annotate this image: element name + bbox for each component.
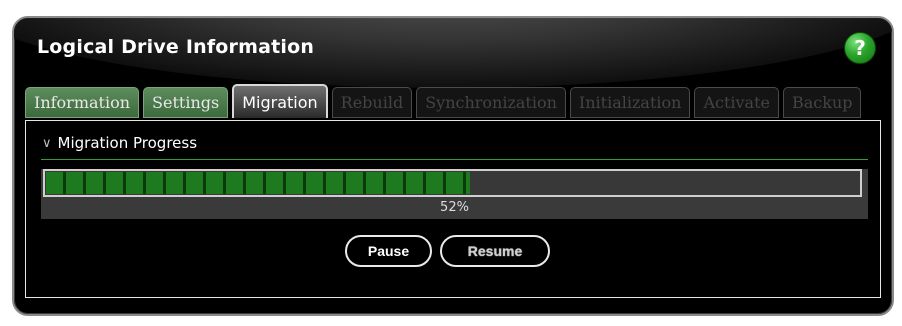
migration-progress-header[interactable]: ∨ Migration Progress [42,134,197,152]
tab-bar: Information Settings Migration Rebuild S… [25,84,862,120]
progress-fill [46,172,470,194]
tab-information[interactable]: Information [25,87,140,118]
progress-bar [43,169,862,197]
migration-content: ∨ Migration Progress 52% Pause Resume [25,120,881,298]
tab-migration[interactable]: Migration [232,84,328,118]
chevron-double-down-icon[interactable]: ∨ [42,137,52,150]
progress-percent: 52% [440,200,469,215]
resume-button[interactable]: Resume [440,235,550,267]
section-divider [41,159,868,160]
tab-activate: Activate [694,87,779,118]
tab-synchronization: Synchronization [416,87,566,118]
progress-area: 52% [41,169,868,219]
tab-rebuild: Rebuild [331,87,413,118]
tab-initialization: Initialization [569,87,691,118]
help-symbol: ? [854,36,866,60]
section-title: Migration Progress [57,134,198,152]
pause-button[interactable]: Pause [345,235,432,267]
tab-backup: Backup [782,87,862,118]
help-icon[interactable]: ? [844,32,876,64]
tab-settings[interactable]: Settings [143,87,229,118]
logical-drive-panel: Logical Drive Information ? Information … [12,16,894,316]
panel-title: Logical Drive Information [37,36,315,58]
